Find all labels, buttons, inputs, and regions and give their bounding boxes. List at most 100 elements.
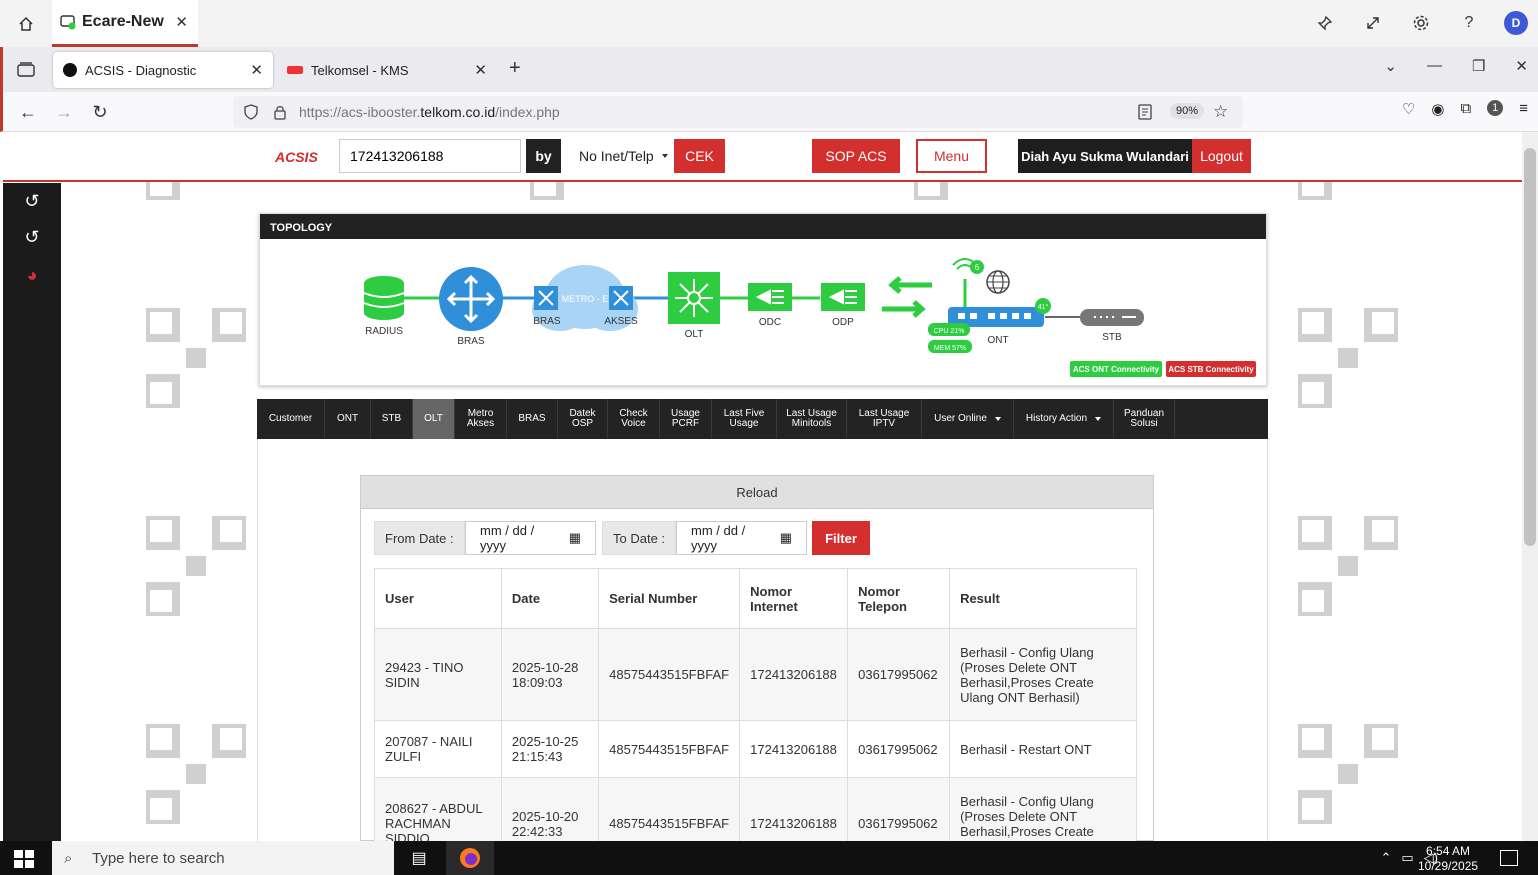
tab-olt[interactable]: OLT <box>413 399 455 439</box>
tab-ont[interactable]: ONT <box>325 399 371 439</box>
tab-stb[interactable]: STB <box>371 399 413 439</box>
host-tab-ecare[interactable]: Ecare-New ✕ <box>52 0 198 47</box>
history-table: User Date Serial Number Nomor Internet N… <box>374 568 1137 841</box>
olt-node-icon[interactable] <box>668 272 720 324</box>
tab-last-usage-iptv[interactable]: Last Usage IPTV <box>847 399 922 439</box>
reader-icon[interactable] <box>1138 104 1152 120</box>
menu-icon[interactable]: ≡ <box>1519 100 1528 118</box>
cell-telepon: 03617995062 <box>847 777 951 841</box>
history-panel: Reload From Date : mm / dd / yyyy ▦ To D… <box>360 475 1154 841</box>
speedometer-icon[interactable]: ◕ <box>3 257 61 293</box>
tab-history-action[interactable]: History Action <box>1014 399 1114 439</box>
tab-datek-osp[interactable]: Datek OSP <box>558 399 608 439</box>
minimize-icon[interactable]: — <box>1427 57 1442 75</box>
cell-telepon: 03617995062 <box>847 628 951 721</box>
cek-button[interactable]: CEK <box>674 139 725 173</box>
calendar-icon[interactable]: ▦ <box>780 530 792 546</box>
home-icon[interactable] <box>12 10 40 38</box>
shield-check-icon <box>60 15 76 30</box>
user-name: Diah Ayu Sukma Wulandari <box>1018 139 1192 173</box>
tab-metro-akses[interactable]: Metro Akses <box>455 399 507 439</box>
from-date-input[interactable]: mm / dd / yyyy ▦ <box>465 521 596 555</box>
back-icon[interactable]: ← <box>15 100 41 124</box>
tab-acsis[interactable]: ACSIS - Diagnostic ✕ <box>53 52 273 88</box>
caret-down-icon <box>661 154 668 158</box>
acsis-logo: ACSIS <box>275 149 318 165</box>
task-view-icon[interactable]: ▤ <box>407 848 431 868</box>
url-bar[interactable]: https://acs-ibooster.telkom.co.id/index.… <box>233 96 1243 128</box>
tab-telkomsel[interactable]: Telkomsel - KMS ✕ <box>277 52 497 88</box>
qr-watermark <box>146 516 246 616</box>
bras-router-icon[interactable] <box>439 267 503 331</box>
odp-node-icon[interactable] <box>821 283 865 311</box>
odc-node-icon[interactable] <box>748 283 792 311</box>
cell-result: Berhasil - Restart ONT <box>949 720 1137 778</box>
pocket-icon[interactable]: ♡ <box>1402 100 1415 118</box>
undo-icon[interactable]: ↺ <box>3 219 61 255</box>
qr-watermark <box>1298 308 1398 408</box>
ont-label: ONT <box>987 335 1008 346</box>
new-tab-button[interactable]: + <box>509 57 521 80</box>
tab-bras[interactable]: BRAS <box>507 399 558 439</box>
reload-icon[interactable]: ↻ <box>87 100 113 124</box>
avatar[interactable]: D <box>1504 11 1528 35</box>
help-icon[interactable]: ? <box>1456 8 1482 38</box>
zoom-level[interactable]: 90% <box>1170 103 1205 119</box>
search-type-select[interactable]: No Inet/Telp <box>571 139 674 173</box>
notification-icon[interactable] <box>1500 850 1518 866</box>
tab-panduan-solusi[interactable]: Panduan Solusi <box>1114 399 1175 439</box>
network-icon[interactable]: ▭ <box>1401 850 1413 866</box>
reload-button[interactable]: Reload <box>361 476 1153 509</box>
windows-start-icon[interactable] <box>14 850 34 868</box>
radius-node-icon[interactable] <box>363 276 405 320</box>
cell-internet: 172413206188 <box>739 628 849 721</box>
taskbar-search[interactable]: ⌕ Type here to search <box>52 841 394 875</box>
tab-customer[interactable]: Customer <box>257 399 325 439</box>
tab-user-online[interactable]: User Online <box>922 399 1014 439</box>
scrollbar-thumb[interactable] <box>1524 148 1536 546</box>
search-input[interactable] <box>339 139 521 173</box>
tab-last-five-usage[interactable]: Last Five Usage <box>712 399 777 439</box>
logout-button[interactable]: Logout <box>1192 139 1251 173</box>
menu-button[interactable]: Menu <box>916 139 987 173</box>
extensions-icon[interactable]: ⧉ <box>1461 100 1472 118</box>
extension-badge[interactable]: 1 <box>1487 100 1504 116</box>
star-icon[interactable]: ☆ <box>1213 102 1228 122</box>
undo-icon[interactable]: ↺ <box>3 183 61 219</box>
app-header: ACSIS by No Inet/Telp CEK SOP ACS Menu D… <box>3 132 1522 182</box>
expand-icon[interactable] <box>1360 8 1386 38</box>
tab-usage-pcrf[interactable]: Usage PCRF <box>660 399 712 439</box>
close-icon[interactable]: ✕ <box>474 61 487 79</box>
ont-connectivity-badge[interactable]: ACS ONT Connectivity <box>1070 361 1162 377</box>
close-window-icon[interactable]: ✕ <box>1515 57 1528 75</box>
taskbar-clock[interactable]: 6:54 AM 10/29/2025 <box>1418 844 1478 874</box>
cell-internet: 172413206188 <box>739 720 849 778</box>
cell-result: Berhasil - Config Ulang (Proses Delete O… <box>949 777 1137 841</box>
to-date-input[interactable]: mm / dd / yyyy ▦ <box>676 521 807 555</box>
restore-icon[interactable]: ❐ <box>1472 57 1485 75</box>
tab-list-icon[interactable] <box>13 57 39 81</box>
tab-check-voice[interactable]: Check Voice <box>608 399 660 439</box>
close-icon[interactable]: ✕ <box>250 61 263 79</box>
page-scrollbar[interactable] <box>1522 132 1538 841</box>
qr-watermark <box>146 724 246 824</box>
sop-acs-button[interactable]: SOP ACS <box>812 139 900 173</box>
calendar-icon[interactable]: ▦ <box>569 530 581 546</box>
forward-icon[interactable]: → <box>51 100 77 124</box>
table-row: 207087 - NAILI ZULFI 2025-10-25 21:15:43… <box>374 720 1137 778</box>
tab-last-usage-minitools[interactable]: Last Usage Minitools <box>777 399 847 439</box>
filter-button[interactable]: Filter <box>812 521 870 555</box>
firefox-taskbar-icon[interactable] <box>446 841 494 875</box>
chevron-up-icon[interactable]: ⌃ <box>1380 850 1391 866</box>
cell-serial: 48575443515FBFAF <box>598 720 741 778</box>
cell-serial: 48575443515FBFAF <box>598 628 741 721</box>
column-header: Date <box>500 568 600 629</box>
close-icon[interactable]: ✕ <box>175 13 188 31</box>
gear-icon[interactable] <box>1408 8 1434 38</box>
stb-connectivity-badge[interactable]: ACS STB Connectivity <box>1166 361 1256 377</box>
chevron-down-icon[interactable]: ⌄ <box>1384 57 1397 75</box>
wifi-count: 6 <box>975 263 980 272</box>
account-icon[interactable]: ◉ <box>1431 100 1444 118</box>
pin-icon[interactable] <box>1312 8 1338 38</box>
table-header-row: User Date Serial Number Nomor Internet N… <box>374 568 1137 629</box>
